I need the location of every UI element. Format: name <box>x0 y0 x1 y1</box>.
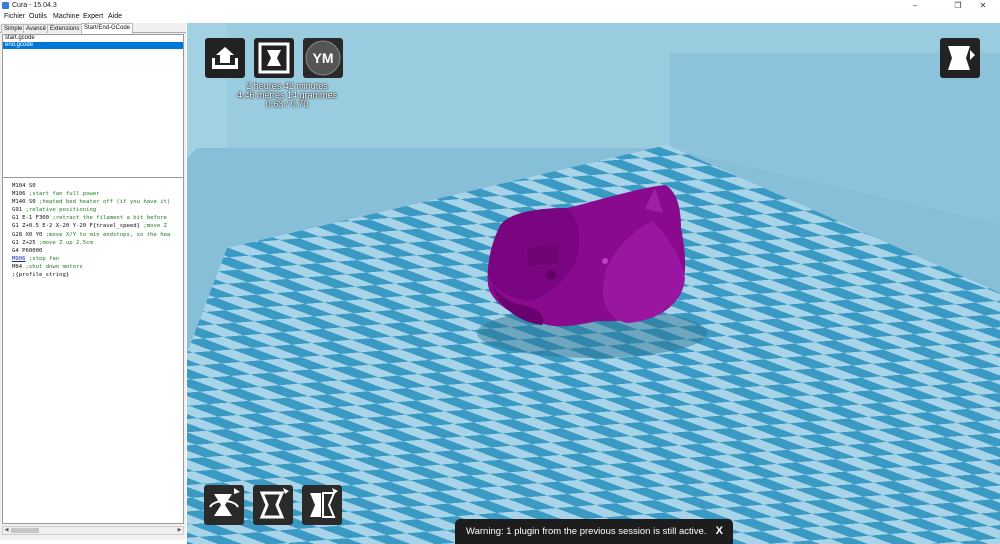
load-model-icon <box>212 47 238 69</box>
gcode-line: G91 ;relative positioning <box>12 206 183 214</box>
rotate-icon <box>209 488 240 516</box>
menu-fichier[interactable]: Fichier <box>4 12 25 22</box>
gcode-line: M84 ;shut down motors <box>12 263 183 271</box>
avatar-initials: YM <box>312 50 334 66</box>
gcode-comment: ;relative positioning <box>25 207 97 214</box>
settings-panel: Simple Avancé Extensions Start/End-GCode… <box>0 23 186 540</box>
gcode-file-list: start.gcode end.gcode <box>2 34 184 198</box>
gcode-comment: ;retract the filament a bit before <box>52 215 167 222</box>
gcode-command: G1 Z+25 <box>12 239 39 246</box>
plugin-warning-toast: Warning: 1 plugin from the previous sess… <box>455 519 733 544</box>
gcode-comment: ;move X/Y to min endstops, so the hea <box>45 231 171 238</box>
gcode-line: G4 P60000 <box>12 247 183 255</box>
gcode-line: M140 S0 ;heated bed heater off (if you h… <box>12 198 183 206</box>
menu-bar: Fichier Outils Machine Expert Aide <box>0 12 1000 22</box>
gcode-comment: ;shut down motors <box>25 263 83 270</box>
gcode-line: G1 E-1 F300 ;retract the filament a bit … <box>12 214 183 222</box>
gcode-command: ;{profile_string} <box>12 272 70 279</box>
scale-icon <box>259 488 289 519</box>
settings-tabs: Simple Avancé Extensions Start/End-GCode <box>0 23 186 34</box>
file-item-end[interactable]: end.gcode <box>3 42 183 49</box>
print-icon <box>258 42 290 74</box>
gcode-comment: ;move Z up 2,5cm <box>38 239 93 246</box>
gcode-command: G4 P60000 <box>12 247 43 254</box>
cura-window: Cura - 15.04.3 – ❐ ✕ Fichier Outils Mach… <box>0 0 1000 544</box>
tab-simple[interactable]: Simple <box>1 24 26 33</box>
gcode-comment: ;stop fan <box>25 255 60 262</box>
menu-aide[interactable]: Aide <box>108 12 122 22</box>
print-button[interactable] <box>254 38 294 78</box>
scale-button[interactable] <box>253 485 293 525</box>
print-estimate: 2 heures 42 minutes 4.46 mètres 14 gramm… <box>207 82 367 109</box>
gcode-line: M906 ;stop fan <box>12 255 183 263</box>
gcode-comment: ;heated bed heater off (if you have it) <box>38 199 171 206</box>
menu-expert[interactable]: Expert <box>83 12 103 22</box>
gcode-command: M906 <box>12 255 26 262</box>
gcode-command: M104 S0 <box>12 183 36 189</box>
gcode-line: ;{profile_string} <box>12 271 183 279</box>
gcode-line: G28 X0 Y0 ;move X/Y to min endstops, so … <box>12 231 183 239</box>
gcode-command: M140 S0 <box>12 199 39 206</box>
view-mode-icon <box>948 46 975 70</box>
file-item-start[interactable]: start.gcode <box>3 35 183 42</box>
mirror-button[interactable] <box>302 485 342 525</box>
rotate-button[interactable] <box>204 485 244 525</box>
gcode-line: M104 S0 <box>12 182 183 190</box>
gcode-line: G1 Z+0.5 E-2 X-20 Y-20 F{travel_speed} ;… <box>12 222 183 230</box>
app-icon <box>2 2 9 9</box>
load-model-button[interactable] <box>205 38 245 78</box>
gcode-command: G1 E-1 F300 <box>12 215 53 222</box>
print-cost: 0.63 / 0.70 <box>265 99 309 109</box>
scroll-left-icon[interactable]: ◀ <box>3 527 10 534</box>
scroll-right-icon[interactable]: ▶ <box>176 527 183 534</box>
mirror-icon <box>310 488 338 518</box>
title-bar: Cura - 15.04.3 – ❐ ✕ <box>0 0 1000 11</box>
gcode-comment: ;start fan full power <box>28 191 100 198</box>
menu-outils[interactable]: Outils <box>29 12 47 22</box>
minimize-button[interactable]: – <box>898 0 932 11</box>
tab-extensions[interactable]: Extensions <box>47 24 83 33</box>
scrollbar-thumb[interactable] <box>11 528 39 533</box>
avatar-button[interactable]: YM <box>303 38 343 78</box>
gcode-command: G28 X0 Y0 <box>12 231 46 238</box>
window-title: Cura - 15.04.3 <box>12 2 57 9</box>
horizontal-scrollbar[interactable]: ◀ ▶ <box>2 526 184 535</box>
view-mode-button[interactable] <box>940 38 980 78</box>
tab-avance[interactable]: Avancé <box>23 24 49 33</box>
close-warning-button[interactable]: X <box>716 519 723 544</box>
3d-viewport[interactable]: YM 2 heures 42 minutes 4.46 mètres 14 gr… <box>187 23 1000 544</box>
warning-text: Warning: 1 plugin from the previous sess… <box>466 526 707 537</box>
gcode-command: M84 <box>12 263 26 270</box>
gcode-command: G1 Z+0.5 E-2 X-20 Y-20 F{travel_speed} <box>12 223 144 230</box>
gcode-editor[interactable]: M104 S0 M106 ;start fan full power M140 S0… <box>2 177 184 524</box>
gcode-comment: ;move Z <box>143 223 167 230</box>
tab-start-end-gcode[interactable]: Start/End-GCode <box>81 23 134 34</box>
gcode-command: G91 <box>12 207 26 214</box>
gcode-line: M106 ;start fan full power <box>12 190 183 198</box>
gcode-line: G1 Z+25 ;move Z up 2,5cm <box>12 239 183 247</box>
gcode-command: M106 <box>12 191 29 198</box>
menu-machine[interactable]: Machine <box>53 12 79 22</box>
close-window-button[interactable]: ✕ <box>966 0 1000 11</box>
